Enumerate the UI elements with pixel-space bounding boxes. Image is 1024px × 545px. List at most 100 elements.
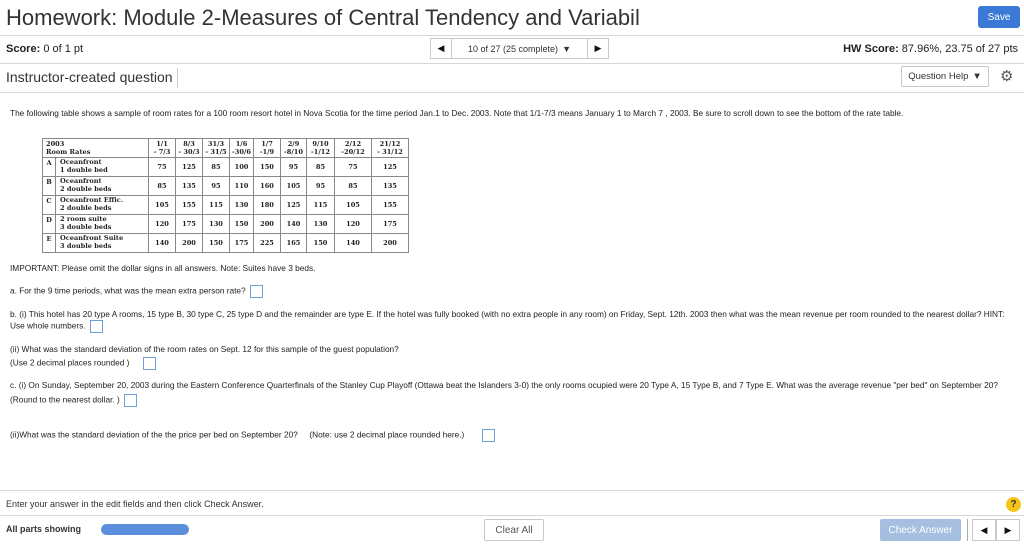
divider xyxy=(0,515,1024,516)
rate-cell: 85 xyxy=(334,176,372,196)
rate-cell: 140 xyxy=(334,233,372,253)
rate-cell: 200 xyxy=(371,233,409,253)
period-header: 1/7 -1/9 xyxy=(253,138,281,158)
rate-cell: 75 xyxy=(334,157,372,177)
room-rate-table: 2003 Room Rates 1/1- 7/3 8/3- 30/3 31/3-… xyxy=(42,138,409,253)
rate-cell: 110 xyxy=(229,176,254,196)
rate-cell: 85 xyxy=(306,157,335,177)
rate-cell: 100 xyxy=(229,157,254,177)
question-c1-text: c. (i) On Sunday, September 20, 2003 dur… xyxy=(10,380,998,390)
period-header: 1/6 -30/6 xyxy=(229,138,254,158)
rate-cell: 115 xyxy=(306,195,335,215)
table-row: B Oceanfront 2 double beds 85 135 95 110 … xyxy=(42,176,409,196)
question-c2: (ii)What was the standard deviation of t… xyxy=(10,429,496,442)
parts-showing-label: All parts showing xyxy=(6,524,82,534)
rate-cell: 140 xyxy=(280,214,307,234)
score-label: Score: xyxy=(6,43,41,55)
table-row: A Oceanfront 1 double bed 75 125 85 100 1… xyxy=(42,157,409,177)
room-letter: A xyxy=(42,157,56,177)
period-header: 21/12- 31/12 xyxy=(371,138,409,158)
chevron-down-icon: ▼ xyxy=(562,43,571,54)
room-type: Oceanfront Effic. 2 double beds xyxy=(55,195,149,215)
room-type: Oceanfront Suite 3 double beds xyxy=(55,233,149,253)
rate-cell: 165 xyxy=(280,233,307,253)
question-b1-text: b. (i) This hotel has 20 type A rooms, 1… xyxy=(10,309,1005,331)
table-row: E Oceanfront Suite 3 double beds 140 200 … xyxy=(42,233,409,253)
question-a-text: a. For the 9 time periods, what was the … xyxy=(10,285,246,296)
rate-cell: 125 xyxy=(175,157,203,177)
period-header: 2/9 -8/10 xyxy=(280,138,307,158)
question-help-button[interactable]: Question Help ▼ xyxy=(901,66,989,87)
rate-cell: 115 xyxy=(202,195,230,215)
rate-cell: 130 xyxy=(202,214,230,234)
next-question-icon[interactable]: ▶ xyxy=(587,38,609,59)
rate-cell: 120 xyxy=(148,214,176,234)
footer-hint: Enter your answer in the edit fields and… xyxy=(6,499,264,509)
rate-cell: 105 xyxy=(148,195,176,215)
progress-fill xyxy=(101,524,189,535)
rate-cell: 130 xyxy=(306,214,335,234)
question-c2-text: (ii)What was the standard deviation of t… xyxy=(10,429,465,440)
room-type: Oceanfront 1 double bed xyxy=(55,157,149,177)
next-icon[interactable]: ▶ xyxy=(996,519,1020,541)
score: Score: 0 of 1 pt xyxy=(6,43,83,55)
divider xyxy=(0,35,1024,36)
question-b2-hint: (Use 2 decimal places rounded ) xyxy=(10,357,130,368)
rate-cell: 150 xyxy=(202,233,230,253)
answer-input-c2[interactable] xyxy=(482,429,496,442)
rate-cell: 180 xyxy=(253,195,281,215)
period-header: 8/3- 30/3 xyxy=(175,138,203,158)
room-type: Oceanfront 2 double beds xyxy=(55,176,149,196)
question-b2: (ii) What was the standard deviation of … xyxy=(10,344,399,370)
rate-cell: 140 xyxy=(148,233,176,253)
divider xyxy=(0,63,1024,64)
divider xyxy=(0,92,1024,93)
question-navigator: ◀ 10 of 27 (25 complete) ▼ ▶ xyxy=(430,38,609,59)
rate-cell: 150 xyxy=(229,214,254,234)
divider xyxy=(967,519,968,541)
header-year: 2003 xyxy=(46,140,65,148)
rate-cell: 175 xyxy=(175,214,203,234)
question-a: a. For the 9 time periods, what was the … xyxy=(10,285,263,298)
check-answer-button[interactable]: Check Answer xyxy=(880,519,961,541)
page-title: Homework: Module 2-Measures of Central T… xyxy=(6,5,640,30)
rate-cell: 95 xyxy=(306,176,335,196)
answer-input-c1[interactable] xyxy=(123,394,137,407)
rate-cell: 200 xyxy=(175,233,203,253)
prev-icon[interactable]: ◀ xyxy=(972,519,996,541)
gear-icon[interactable]: ⚙ xyxy=(1000,67,1013,85)
answer-input-b2[interactable] xyxy=(143,357,157,370)
clear-all-button[interactable]: Clear All xyxy=(484,519,544,541)
rate-cell: 135 xyxy=(175,176,203,196)
question-intro: The following table shows a sample of ro… xyxy=(10,108,904,118)
header-room-rates: Room Rates xyxy=(46,148,91,156)
help-icon[interactable]: ? xyxy=(1006,497,1021,512)
room-letter: E xyxy=(42,233,56,253)
question-c1: c. (i) On Sunday, September 20, 2003 dur… xyxy=(10,380,1010,407)
rate-cell: 160 xyxy=(253,176,281,196)
rate-cell: 95 xyxy=(280,157,307,177)
hw-score-value: 87.96%, 23.75 of 27 pts xyxy=(901,43,1018,55)
hw-score-label: HW Score: xyxy=(843,43,899,55)
answer-input-b1[interactable] xyxy=(89,320,103,333)
rate-cell: 225 xyxy=(253,233,281,253)
question-b2-text: (ii) What was the standard deviation of … xyxy=(10,344,399,354)
answer-input-a[interactable] xyxy=(249,285,263,298)
save-button[interactable]: Save xyxy=(978,6,1020,28)
table-row: D 2 room suite 3 double beds 120 175 130 … xyxy=(42,214,409,234)
rate-cell: 120 xyxy=(334,214,372,234)
period-header: 1/1- 7/3 xyxy=(148,138,176,158)
rate-cell: 85 xyxy=(148,176,176,196)
period-header: 2/12 -20/12 xyxy=(334,138,372,158)
room-type: 2 room suite 3 double beds xyxy=(55,214,149,234)
question-b1: b. (i) This hotel has 20 type A rooms, 1… xyxy=(10,309,1010,333)
divider xyxy=(0,490,1024,491)
rate-cell: 105 xyxy=(280,176,307,196)
question-help-label: Question Help xyxy=(908,71,969,82)
prev-question-icon[interactable]: ◀ xyxy=(430,38,452,59)
question-c1-hint: (Round to the nearest dollar. ) xyxy=(10,394,120,405)
question-select[interactable]: 10 of 27 (25 complete) ▼ xyxy=(452,38,587,59)
rate-cell: 200 xyxy=(253,214,281,234)
rate-cell: 130 xyxy=(229,195,254,215)
rate-cell: 135 xyxy=(371,176,409,196)
